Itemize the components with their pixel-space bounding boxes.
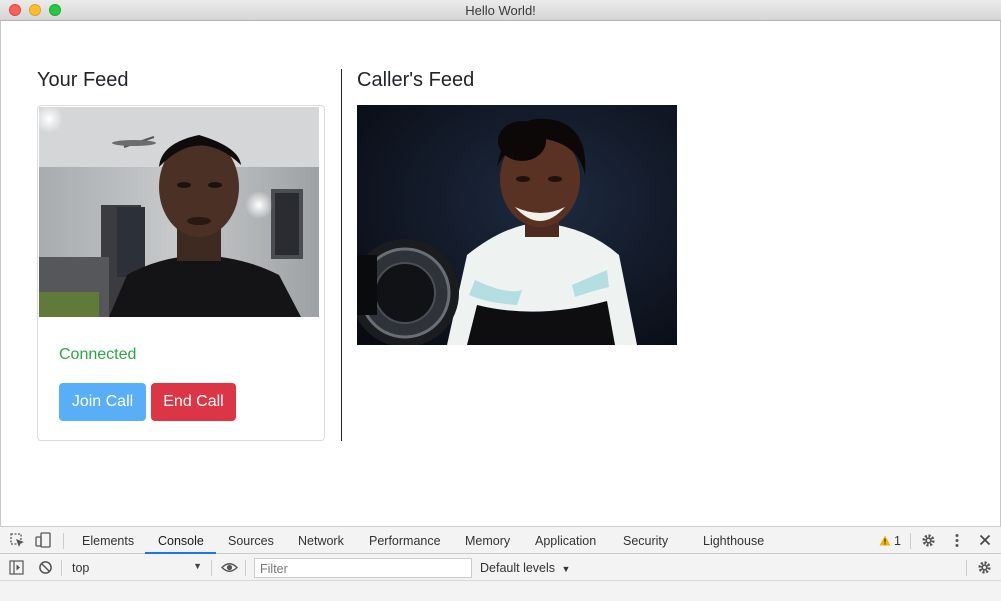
end-call-button[interactable]: End Call [151,383,236,421]
clear-console-icon[interactable] [38,560,53,575]
window-title: Hello World! [465,3,536,18]
inspect-element-icon[interactable] [10,533,25,548]
dropdown-arrow-icon: ▼ [193,561,202,571]
devtools-panel: Elements Console Sources Network Perform… [0,526,1001,601]
your-feed-heading: Your Feed [37,69,129,91]
levels-arrow-icon: ▼ [561,564,571,574]
window-titlebar: Hello World! [0,0,1001,21]
toolbar-separator [61,560,62,576]
settings-gear-icon[interactable] [921,533,936,548]
local-video-frame [39,107,319,317]
tab-memory[interactable]: Memory [465,534,510,548]
device-toolbar-icon[interactable] [35,532,51,548]
log-levels-dropdown[interactable]: Default levels ▼ [480,561,570,575]
active-tab-indicator [145,552,216,554]
connection-status: Connected [59,346,137,363]
warning-count[interactable]: 1 [894,534,901,548]
console-settings-gear-icon[interactable] [977,560,992,575]
tab-lighthouse[interactable]: Lighthouse [703,534,764,548]
context-value: top [72,561,90,575]
warning-icon[interactable] [879,535,891,546]
show-sidebar-icon[interactable] [9,560,24,575]
feed-divider [341,69,342,441]
tab-console[interactable]: Console [158,534,204,548]
toolbar-separator [245,560,246,576]
more-options-icon[interactable] [953,533,961,548]
toolbar-separator [966,560,967,576]
close-devtools-icon[interactable] [979,534,991,546]
join-call-button[interactable]: Join Call [59,383,146,421]
tab-performance[interactable]: Performance [369,534,441,548]
devtools-tabbar: Elements Console Sources Network Perform… [0,527,1001,554]
local-video [39,107,319,317]
tab-elements[interactable]: Elements [82,534,134,548]
tab-separator [63,533,64,549]
local-feed-card: Connected Join Call End Call [37,105,325,441]
tab-security[interactable]: Security [623,534,668,548]
tab-network[interactable]: Network [298,534,344,548]
context-selector[interactable]: top ▼ [66,558,206,578]
console-filter-input[interactable]: Filter [254,558,472,578]
toolbar-separator [211,560,212,576]
toolbar-separator [910,533,911,549]
remote-video-frame [357,105,677,345]
remote-video [357,105,677,345]
log-levels-label: Default levels [480,561,556,575]
app-content: Your Feed Connected Join Call End Call C… [0,21,1001,526]
tab-application[interactable]: Application [535,534,596,548]
console-toolbar: top ▼ Filter Default levels ▼ [0,555,1001,581]
tab-sources[interactable]: Sources [228,534,274,548]
caller-feed-heading: Caller's Feed [357,69,475,91]
live-expression-eye-icon[interactable] [221,562,238,573]
